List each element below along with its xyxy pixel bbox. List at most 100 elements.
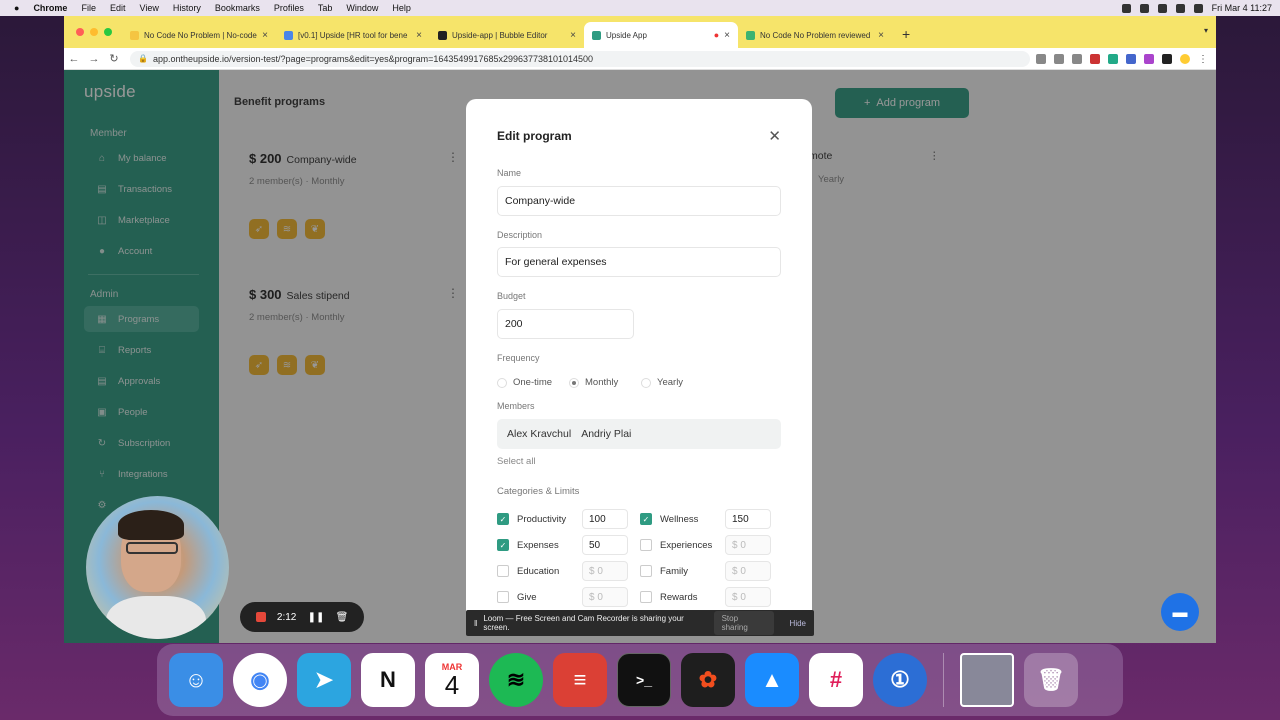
trash-icon[interactable]: 🗑 [336, 612, 349, 623]
star-icon[interactable] [1072, 53, 1082, 64]
apple-menu[interactable]: ● [0, 3, 26, 13]
category-limit-input[interactable]: 50 [582, 535, 628, 555]
extension-icon[interactable] [1090, 53, 1100, 64]
calendar-icon[interactable]: MAR 4 [425, 653, 479, 707]
name-input[interactable]: Company-wide [497, 186, 781, 216]
extension-icon[interactable] [1126, 53, 1136, 64]
close-tab-icon[interactable]: × [724, 30, 730, 41]
extension-icon[interactable] [1108, 53, 1118, 64]
category-limit-input[interactable]: 100 [582, 509, 628, 529]
minimize-window-button[interactable] [90, 28, 98, 36]
pause-button[interactable]: ❚❚ [308, 612, 325, 623]
close-tab-icon[interactable]: × [416, 30, 422, 41]
url-field[interactable]: 🔒 app.ontheupside.io/version-test/?page=p… [130, 50, 1030, 67]
browser-tab[interactable]: No Code No Problem | No-code × [122, 22, 276, 48]
menu-file[interactable]: File [74, 3, 103, 13]
menu-chrome[interactable]: Chrome [26, 3, 74, 13]
select-all-link[interactable]: Select all [497, 456, 536, 467]
radio-button[interactable] [641, 377, 651, 388]
frequency-option-one-time[interactable]: One-time [497, 377, 552, 388]
checkbox[interactable] [640, 591, 652, 603]
close-tab-icon[interactable]: × [262, 30, 268, 41]
checkbox-checked[interactable]: ✓ [640, 513, 652, 525]
photo-stack-icon[interactable] [960, 653, 1014, 707]
telegram-icon[interactable]: ➤ [297, 653, 351, 707]
figma-icon[interactable]: ✿ [681, 653, 735, 707]
menu-help[interactable]: Help [385, 3, 418, 13]
terminal-icon[interactable]: >_ [617, 653, 671, 707]
close-window-button[interactable] [76, 28, 84, 36]
menu-view[interactable]: View [132, 3, 165, 13]
chat-bubble-icon[interactable]: ▬ [1161, 593, 1199, 631]
zoom-window-button[interactable] [104, 28, 112, 36]
spark-mail-icon[interactable]: ▲ [745, 653, 799, 707]
spotify-icon[interactable]: ≋ [489, 653, 543, 707]
slack-icon[interactable]: # [809, 653, 863, 707]
member-chip[interactable]: Andriy Plai [581, 428, 631, 440]
checkbox[interactable] [497, 591, 509, 603]
member-chip[interactable]: Alex Kravchul [507, 428, 571, 440]
status-icon[interactable] [1157, 3, 1167, 13]
tab-title: Upside-app | Bubble Editor [452, 30, 548, 40]
menu-window[interactable]: Window [339, 3, 385, 13]
new-tab-button[interactable]: + [892, 26, 920, 48]
profile-avatar[interactable] [1180, 53, 1190, 64]
category-limit-input[interactable]: $ 0 [725, 535, 771, 555]
wifi-icon[interactable] [1175, 3, 1185, 13]
chevron-down-icon[interactable]: ▾ [1204, 26, 1208, 35]
back-icon[interactable]: ← [64, 53, 84, 65]
stop-recording-button[interactable] [255, 612, 266, 622]
category-limit-input[interactable]: $ 0 [725, 587, 771, 607]
members-field[interactable]: Alex Kravchul Andriy Plai [497, 419, 781, 449]
radio-button[interactable] [497, 377, 507, 388]
chrome-icon[interactable]: ◉ [233, 653, 287, 707]
reload-icon[interactable]: ↻ [104, 52, 124, 65]
menubar-clock[interactable]: Fri Mar 4 11:27 [1212, 3, 1272, 13]
checkbox[interactable] [640, 539, 652, 551]
puzzle-icon[interactable] [1162, 53, 1172, 64]
browser-tab[interactable]: Upside-app | Bubble Editor × [430, 22, 584, 48]
forward-icon[interactable]: → [84, 53, 104, 65]
browser-tab[interactable]: No Code No Problem reviewed × [738, 22, 892, 48]
todoist-icon[interactable]: ≡ [553, 653, 607, 707]
share-icon[interactable] [1054, 53, 1064, 64]
radio-button-selected[interactable] [569, 377, 579, 388]
checkbox-checked[interactable]: ✓ [497, 539, 509, 551]
trash-icon[interactable]: 🗑 [1024, 653, 1078, 707]
checkbox[interactable] [640, 565, 652, 577]
notion-icon[interactable]: N [361, 653, 415, 707]
category-limit-input[interactable]: $ 0 [582, 561, 628, 581]
category-limit-input[interactable]: $ 0 [582, 587, 628, 607]
finder-icon[interactable]: ☺ [169, 653, 223, 707]
checkbox-checked[interactable]: ✓ [497, 513, 509, 525]
hide-button[interactable]: Hide [780, 619, 806, 628]
close-icon[interactable]: ✕ [768, 127, 781, 145]
webcam-bubble[interactable] [86, 496, 229, 639]
status-icon[interactable] [1139, 3, 1149, 13]
status-icon[interactable] [1121, 3, 1131, 13]
search-icon[interactable] [1193, 3, 1203, 13]
radio-label: One-time [513, 377, 553, 388]
frequency-option-monthly[interactable]: Monthly [569, 377, 618, 388]
menu-tab[interactable]: Tab [311, 3, 340, 13]
menu-edit[interactable]: Edit [103, 3, 133, 13]
menu-bookmarks[interactable]: Bookmarks [208, 3, 267, 13]
category-row: ✓ Expenses 50 [497, 535, 628, 555]
camera-icon[interactable] [1036, 53, 1046, 64]
frequency-option-yearly[interactable]: Yearly [641, 377, 683, 388]
menu-profiles[interactable]: Profiles [267, 3, 311, 13]
1password-icon[interactable]: ① [873, 653, 927, 707]
extension-icon[interactable] [1144, 53, 1154, 64]
menu-history[interactable]: History [166, 3, 208, 13]
close-tab-icon[interactable]: × [570, 30, 576, 41]
category-limit-input[interactable]: 150 [725, 509, 771, 529]
close-tab-icon[interactable]: × [878, 30, 884, 41]
browser-tab-active[interactable]: Upside App ● × [584, 22, 738, 48]
budget-input[interactable]: 200 [497, 309, 634, 339]
browser-tab[interactable]: [v0.1] Upside [HR tool for bene × [276, 22, 430, 48]
category-limit-input[interactable]: $ 0 [725, 561, 771, 581]
checkbox[interactable] [497, 565, 509, 577]
description-input[interactable]: For general expenses [497, 247, 781, 277]
kebab-menu-icon[interactable]: ⋮ [1198, 54, 1208, 65]
stop-sharing-button[interactable]: Stop sharing [713, 611, 774, 635]
